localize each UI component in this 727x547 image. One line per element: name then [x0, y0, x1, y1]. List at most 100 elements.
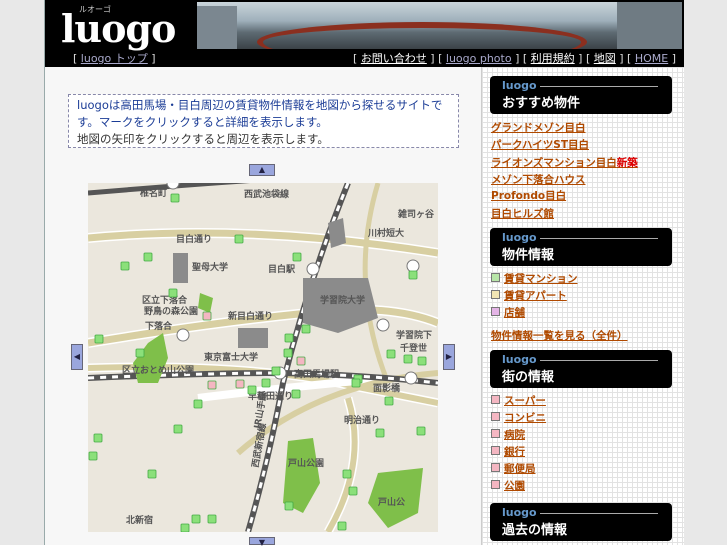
property-pin[interactable] [384, 396, 394, 406]
page: ルオーゴ luogo [ luogo トップ ] [ お問い合わせ ] [ lu… [0, 0, 727, 547]
property-pin[interactable] [296, 356, 306, 366]
property-pin[interactable] [207, 380, 217, 390]
property-pin[interactable] [170, 193, 180, 203]
recommend-link[interactable]: グランドメゾン目白 [491, 120, 586, 135]
recommend-link-label: ライオンズマンション目白 [491, 157, 617, 169]
nav-home[interactable]: HOME [635, 52, 668, 65]
property-pin[interactable] [403, 354, 413, 364]
new-badge: 新築 [616, 157, 638, 169]
legend-pink-icon [491, 446, 500, 455]
property-pin[interactable] [348, 486, 358, 496]
section-brand: luogo [502, 79, 537, 92]
site-logo[interactable]: ルオーゴ luogo [49, 2, 197, 51]
property-pin[interactable] [386, 349, 396, 359]
town-link[interactable]: 銀行 [504, 444, 525, 459]
nav-link[interactable]: お問い合わせ [361, 52, 427, 65]
section-header-town: luogo 街の情報 [490, 350, 672, 388]
legend-pink-icon [491, 480, 500, 489]
property-pin[interactable] [202, 311, 212, 321]
nav-luogo-top[interactable]: luogo トップ [81, 52, 148, 65]
property-pin[interactable] [261, 378, 271, 388]
top-nav: [ luogo トップ ] [ お問い合わせ ] [ luogo photo ]… [45, 49, 684, 67]
property-pin[interactable] [234, 234, 244, 244]
town-link[interactable]: 郵便局 [504, 461, 536, 476]
section-header-property: luogo 物件情報 [490, 228, 672, 266]
property-pin[interactable] [94, 334, 104, 344]
section-rule [540, 238, 658, 239]
section-header-past: luogo 過去の情報 [490, 503, 672, 541]
section-title: 物件情報 [502, 248, 555, 263]
photo-building [197, 6, 237, 49]
map-arrow-right[interactable]: ▶ [443, 344, 455, 370]
header-photo [197, 2, 682, 49]
property-pin[interactable] [93, 433, 103, 443]
legend-pink-icon [491, 412, 500, 421]
property-pin[interactable] [375, 428, 385, 438]
photo-arch [257, 22, 587, 49]
recommend-link[interactable]: パークハイツST目白 [491, 137, 589, 152]
property-pin[interactable] [284, 333, 294, 343]
property-pin[interactable] [88, 451, 98, 461]
property-pin[interactable] [173, 424, 183, 434]
intro-line: 地図の矢印をクリックすると周辺を表示します。 [77, 132, 329, 146]
section-brand: luogo [502, 353, 537, 366]
sidebar: luogo おすすめ物件 グランドメゾン目白 パークハイツST目白 ライオンズマ… [481, 67, 684, 545]
town-link[interactable]: 病院 [504, 427, 525, 442]
property-pin[interactable] [291, 389, 301, 399]
recommend-link[interactable]: Profondo目白 [491, 188, 566, 203]
property-pin[interactable] [120, 261, 130, 271]
property-link[interactable]: 賃貸マンション [504, 271, 578, 286]
property-pin[interactable] [135, 348, 145, 358]
property-pin[interactable] [235, 379, 245, 389]
property-link[interactable]: 店舗 [504, 305, 525, 320]
map-arrow-up[interactable]: ▲ [249, 164, 275, 176]
logo-wordmark: luogo [61, 6, 176, 51]
property-pin[interactable] [191, 514, 201, 524]
map-arrow-left[interactable]: ◀ [71, 344, 83, 370]
nav-link[interactable]: 地図 [594, 52, 616, 65]
property-pin[interactable] [301, 324, 311, 334]
map-pins [88, 193, 427, 532]
main-content: luogoは高田馬場・目白周辺の賃貸物件情報を地図から探せるサイトです。マークを… [45, 67, 481, 547]
section-title: おすすめ物件 [502, 96, 581, 111]
property-pin[interactable] [337, 521, 347, 531]
property-pin[interactable] [168, 288, 178, 298]
property-pin[interactable] [342, 469, 352, 479]
legend-yellow-icon [491, 290, 500, 299]
recommend-link[interactable]: ライオンズマンション目白新築 [491, 155, 638, 170]
legend-green-icon [491, 273, 500, 282]
intro-line: luogoは高田馬場・目白周辺の賃貸物件情報を地図から探せるサイトです。マークを… [77, 98, 443, 129]
town-link[interactable]: 公園 [504, 478, 525, 493]
area-map[interactable]: 椎名町 西武池袋線 雑司ヶ谷 川村短大 目白通り 聖母大学 目白駅 学習院大学 … [88, 183, 438, 532]
recommend-link[interactable]: 目白ヒルズ館 [491, 206, 554, 221]
property-pin[interactable] [247, 385, 257, 395]
town-link[interactable]: コンビニ [504, 410, 546, 425]
property-pin[interactable] [283, 348, 293, 358]
nav-right: [ お問い合わせ ] [ luogo photo ] [ 利用規約 ] [ 地図… [353, 52, 676, 65]
section-brand: luogo [502, 231, 537, 244]
section-rule [540, 513, 658, 514]
nav-link[interactable]: luogo photo [446, 52, 512, 65]
property-pin[interactable] [416, 426, 426, 436]
property-link[interactable]: 賃貸アパート [504, 288, 567, 303]
property-pin[interactable] [207, 514, 217, 524]
property-pin[interactable] [292, 252, 302, 262]
header: ルオーゴ luogo [ luogo トップ ] [ お問い合わせ ] [ lu… [45, 0, 684, 67]
property-pin[interactable] [408, 270, 418, 280]
property-pin[interactable] [271, 366, 281, 376]
legend-purple-icon [491, 307, 500, 316]
legend-pink-icon [491, 463, 500, 472]
property-pin[interactable] [143, 252, 153, 262]
nav-left: [ luogo トップ ] [73, 52, 156, 65]
recommend-link[interactable]: メゾン下落合ハウス [491, 172, 586, 187]
property-more-link[interactable]: 物件情報一覧を見る（全件） [491, 328, 628, 343]
property-pin[interactable] [147, 469, 157, 479]
property-pin[interactable] [417, 356, 427, 366]
property-pin[interactable] [284, 501, 294, 511]
property-pin[interactable] [193, 399, 203, 409]
town-link[interactable]: スーパー [504, 393, 546, 408]
property-pin[interactable] [180, 523, 190, 532]
map-arrow-down[interactable]: ▼ [249, 537, 275, 547]
nav-link[interactable]: 利用規約 [531, 52, 575, 65]
property-pin[interactable] [351, 378, 361, 388]
